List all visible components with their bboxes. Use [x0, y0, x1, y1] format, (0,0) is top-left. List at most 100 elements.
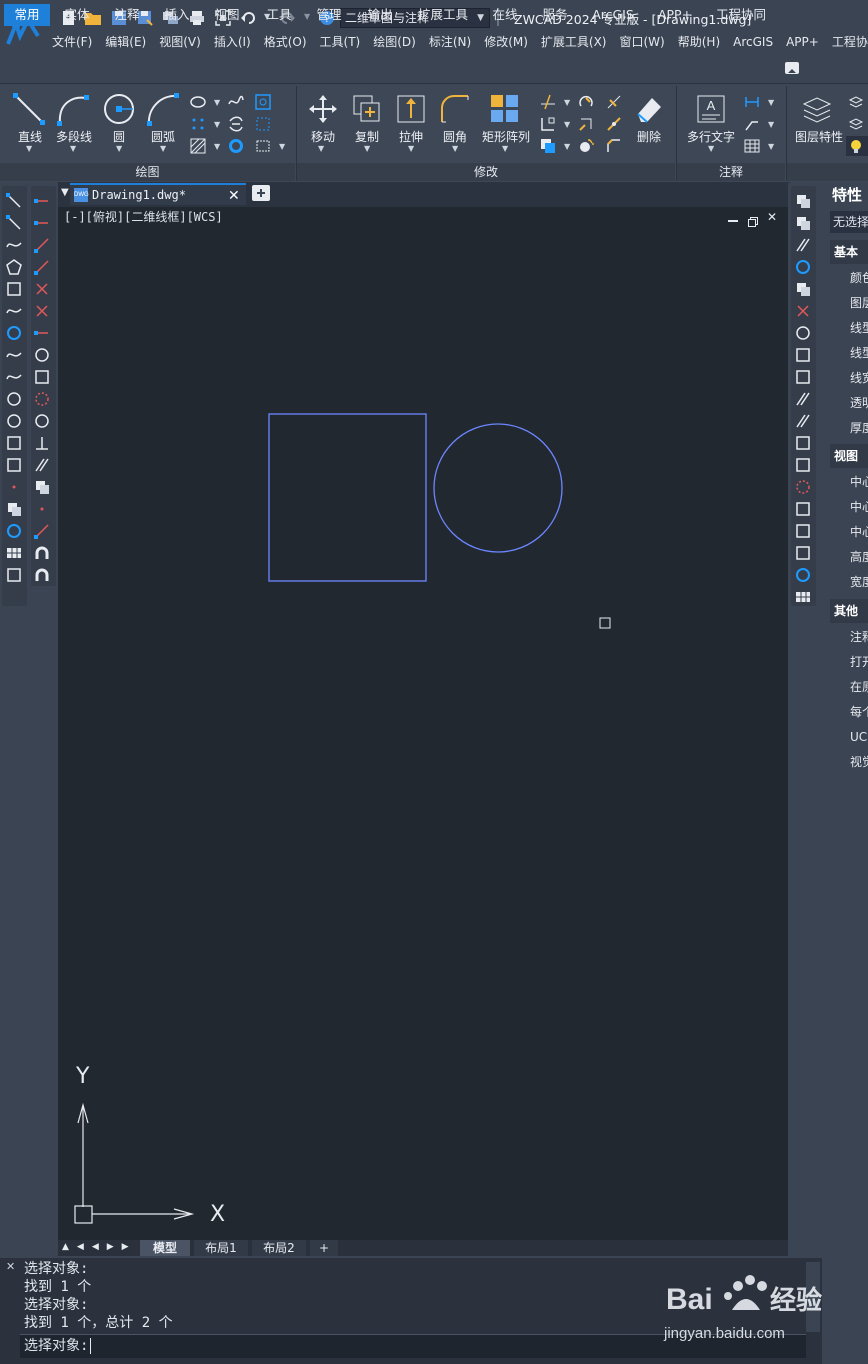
offset-icon[interactable]: [540, 138, 556, 154]
dim-dimlinear-icon[interactable]: [34, 193, 50, 209]
menu-item-6[interactable]: 绘图(D): [373, 33, 416, 50]
dim-perpendicular-icon[interactable]: [34, 435, 50, 451]
property-row[interactable]: 线宽: [830, 366, 868, 390]
circle-tool-icon[interactable]: [102, 92, 136, 126]
break-icon[interactable]: [540, 116, 556, 132]
layout-nav-icons[interactable]: ▲◀◀▶▶: [62, 1242, 137, 1252]
property-row[interactable]: 打开: [830, 650, 868, 674]
chevron-down-icon[interactable]: ▼: [708, 144, 714, 153]
layer-iso-icon[interactable]: [848, 116, 864, 132]
draw-insert-block-icon[interactable]: [6, 435, 22, 451]
layer-properties-icon[interactable]: [800, 94, 834, 124]
boundary-icon[interactable]: [255, 116, 271, 132]
chevron-down-icon[interactable]: ▼: [26, 144, 32, 153]
property-row[interactable]: 中心: [830, 470, 868, 494]
property-row[interactable]: 厚度: [830, 416, 868, 440]
dim-dimaligned-icon[interactable]: [34, 215, 50, 231]
ribbon-tab-8[interactable]: 扩展工具: [408, 4, 478, 26]
dim-circle-small-icon[interactable]: [34, 347, 50, 363]
mtext-tool-label[interactable]: 多行文字: [684, 128, 738, 145]
property-row[interactable]: 透明: [830, 391, 868, 415]
rotate-icon[interactable]: [578, 94, 594, 110]
property-row[interactable]: 颜色: [830, 266, 868, 290]
chevron-down-icon[interactable]: ▼: [564, 120, 570, 129]
join-icon[interactable]: [606, 116, 622, 132]
arc-tool-icon[interactable]: [146, 92, 180, 126]
draw-ellipse-arc-icon[interactable]: [6, 413, 22, 429]
menu-item-0[interactable]: 文件(F): [52, 33, 92, 50]
stretch-tool-label[interactable]: 拉伸: [394, 128, 428, 145]
selection-dropdown[interactable]: 无选择: [830, 211, 868, 233]
spline-icon[interactable]: [228, 94, 244, 110]
point-icon[interactable]: [190, 116, 206, 132]
hatch-icon[interactable]: [190, 138, 206, 154]
dim-fill-square-icon[interactable]: [34, 479, 50, 495]
explode-icon[interactable]: [578, 138, 594, 154]
fillet-tool-label[interactable]: 圆角: [438, 128, 472, 145]
draw-polyline-icon[interactable]: [6, 237, 22, 253]
properties-section-misc[interactable]: 其他: [830, 599, 868, 623]
modify-copy-icon[interactable]: [795, 215, 811, 231]
draw-ellipse-icon[interactable]: [6, 391, 22, 407]
new-tab-icon[interactable]: [252, 185, 270, 201]
modify-array-icon[interactable]: [795, 281, 811, 297]
menu-item-2[interactable]: 视图(V): [159, 33, 201, 50]
chevron-down-icon[interactable]: ▼: [214, 120, 220, 129]
polyline-tool-icon[interactable]: [56, 92, 90, 126]
scale-icon[interactable]: [606, 94, 622, 110]
tab-menu-icon[interactable]: ▼: [61, 187, 69, 198]
draw-table-icon[interactable]: [6, 545, 22, 561]
modify-fillet-icon[interactable]: [795, 523, 811, 539]
ribbon-tab-6[interactable]: 管理: [308, 4, 350, 26]
close-icon[interactable]: ✕: [228, 185, 240, 205]
dim-rect-small-icon[interactable]: [34, 369, 50, 385]
donut-icon[interactable]: [228, 138, 244, 154]
dim-parallel-icon[interactable]: [34, 457, 50, 473]
draw-circle-icon[interactable]: [6, 325, 22, 341]
property-row[interactable]: 图层: [830, 291, 868, 315]
chevron-down-icon[interactable]: ▼: [160, 144, 166, 153]
close-icon[interactable]: ✕: [6, 1260, 15, 1273]
property-row[interactable]: 线型: [830, 316, 868, 340]
chevron-down-icon[interactable]: ▼: [768, 98, 774, 107]
chevron-down-icon[interactable]: ▼: [70, 144, 76, 153]
modify-break-icon[interactable]: [795, 435, 811, 451]
modify-join-icon[interactable]: [795, 479, 811, 495]
menu-item-3[interactable]: 插入(I): [214, 33, 251, 50]
array-tool-icon[interactable]: [490, 94, 520, 124]
property-row[interactable]: 视觉: [830, 750, 868, 774]
ribbon-tab-2[interactable]: 注释: [104, 4, 150, 26]
dim-dimradius-icon[interactable]: [34, 281, 50, 297]
modify-chamfer-icon[interactable]: [795, 501, 811, 517]
modify-move-icon[interactable]: [795, 303, 811, 319]
property-row[interactable]: 宽度: [830, 570, 868, 594]
dim-dimcenter-icon[interactable]: [34, 325, 50, 341]
property-row[interactable]: 中心: [830, 495, 868, 519]
property-row[interactable]: 中心: [830, 520, 868, 544]
property-row[interactable]: UC: [830, 725, 868, 749]
mtext-tool-icon[interactable]: A: [696, 94, 726, 124]
modify-extend-icon[interactable]: [795, 413, 811, 429]
ribbon-tab-5[interactable]: 工具: [254, 4, 304, 26]
chevron-down-icon[interactable]: ▼: [564, 98, 570, 107]
arc-tool-label[interactable]: 圆弧: [146, 128, 180, 145]
ribbon-tab-11[interactable]: ArcGIS: [580, 4, 646, 26]
rectangle-entity[interactable]: [268, 413, 427, 582]
draw-arc-icon[interactable]: [6, 303, 22, 319]
mirror-icon[interactable]: [578, 116, 594, 132]
modify-scale-icon[interactable]: [795, 347, 811, 363]
draw-xline-icon[interactable]: [6, 215, 22, 231]
modify-stretch-icon[interactable]: [795, 369, 811, 385]
chevron-down-icon[interactable]: ▼: [364, 144, 370, 153]
stretch-tool-icon[interactable]: [396, 94, 426, 124]
dim-c-shape-icon[interactable]: [34, 413, 50, 429]
menu-item-4[interactable]: 格式(O): [264, 33, 307, 50]
modify-mirror-icon[interactable]: [795, 237, 811, 253]
draw-mtext-icon[interactable]: [6, 567, 22, 583]
dim-magnet-icon[interactable]: [34, 545, 50, 561]
property-row[interactable]: 每个: [830, 700, 868, 724]
modify-rotate-icon[interactable]: [795, 325, 811, 341]
menu-item-8[interactable]: 修改(M): [484, 33, 528, 50]
polyline-tool-label[interactable]: 多段线: [52, 128, 96, 145]
line-tool-icon[interactable]: [12, 92, 46, 126]
